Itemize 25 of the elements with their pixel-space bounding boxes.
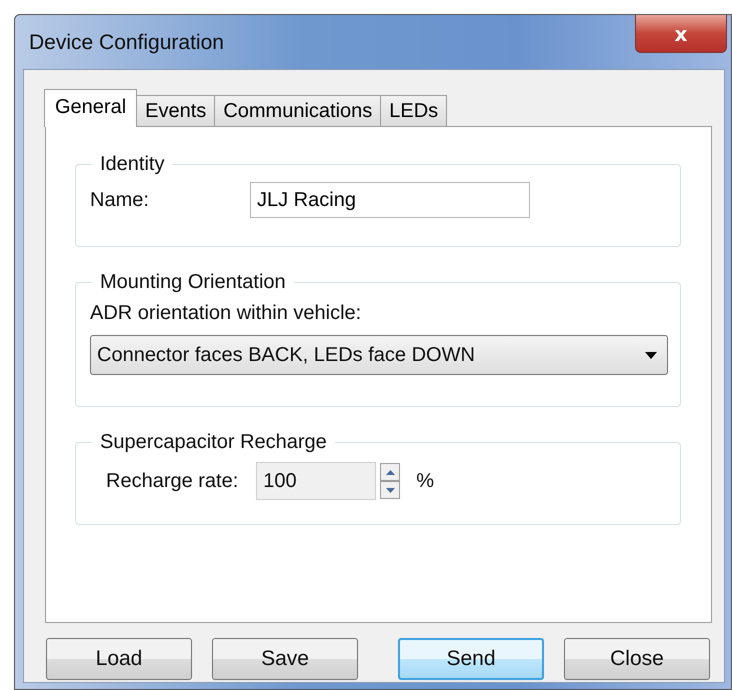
- field-label: Name:: [90, 188, 150, 212]
- spin-down-button[interactable]: [380, 481, 400, 499]
- dialog-button[interactable]: Load: [46, 638, 192, 680]
- down-arrow-icon: [386, 488, 395, 492]
- orientation-dropdown[interactable]: Connector faces BACK, LEDs face DOWN: [90, 335, 668, 375]
- name-field[interactable]: JLJ Racing: [250, 182, 530, 218]
- dialog-button[interactable]: Send: [398, 638, 544, 680]
- dialog-button[interactable]: Save: [212, 638, 358, 680]
- rate-field[interactable]: 100: [256, 462, 376, 500]
- tab[interactable]: LEDs: [380, 95, 448, 126]
- tab[interactable]: Communications: [214, 95, 382, 126]
- window-close-button[interactable]: x: [635, 15, 727, 53]
- field-label: ADR orientation within vehicle:: [90, 302, 362, 325]
- group-title: Mounting Orientation: [99, 271, 287, 294]
- spin-up-button[interactable]: [380, 463, 400, 481]
- tab[interactable]: General: [44, 89, 138, 127]
- group-title: Identity: [99, 153, 166, 176]
- field-label: Recharge rate:: [106, 470, 238, 492]
- group-title: Supercapacitor Recharge: [99, 431, 328, 454]
- dialog-button[interactable]: Close: [564, 638, 710, 680]
- caret-icon: [645, 352, 657, 358]
- window-title: Device Configuration: [29, 31, 224, 55]
- unit-label: %: [416, 470, 434, 492]
- up-arrow-icon: [386, 470, 395, 474]
- tab[interactable]: Events: [136, 95, 216, 126]
